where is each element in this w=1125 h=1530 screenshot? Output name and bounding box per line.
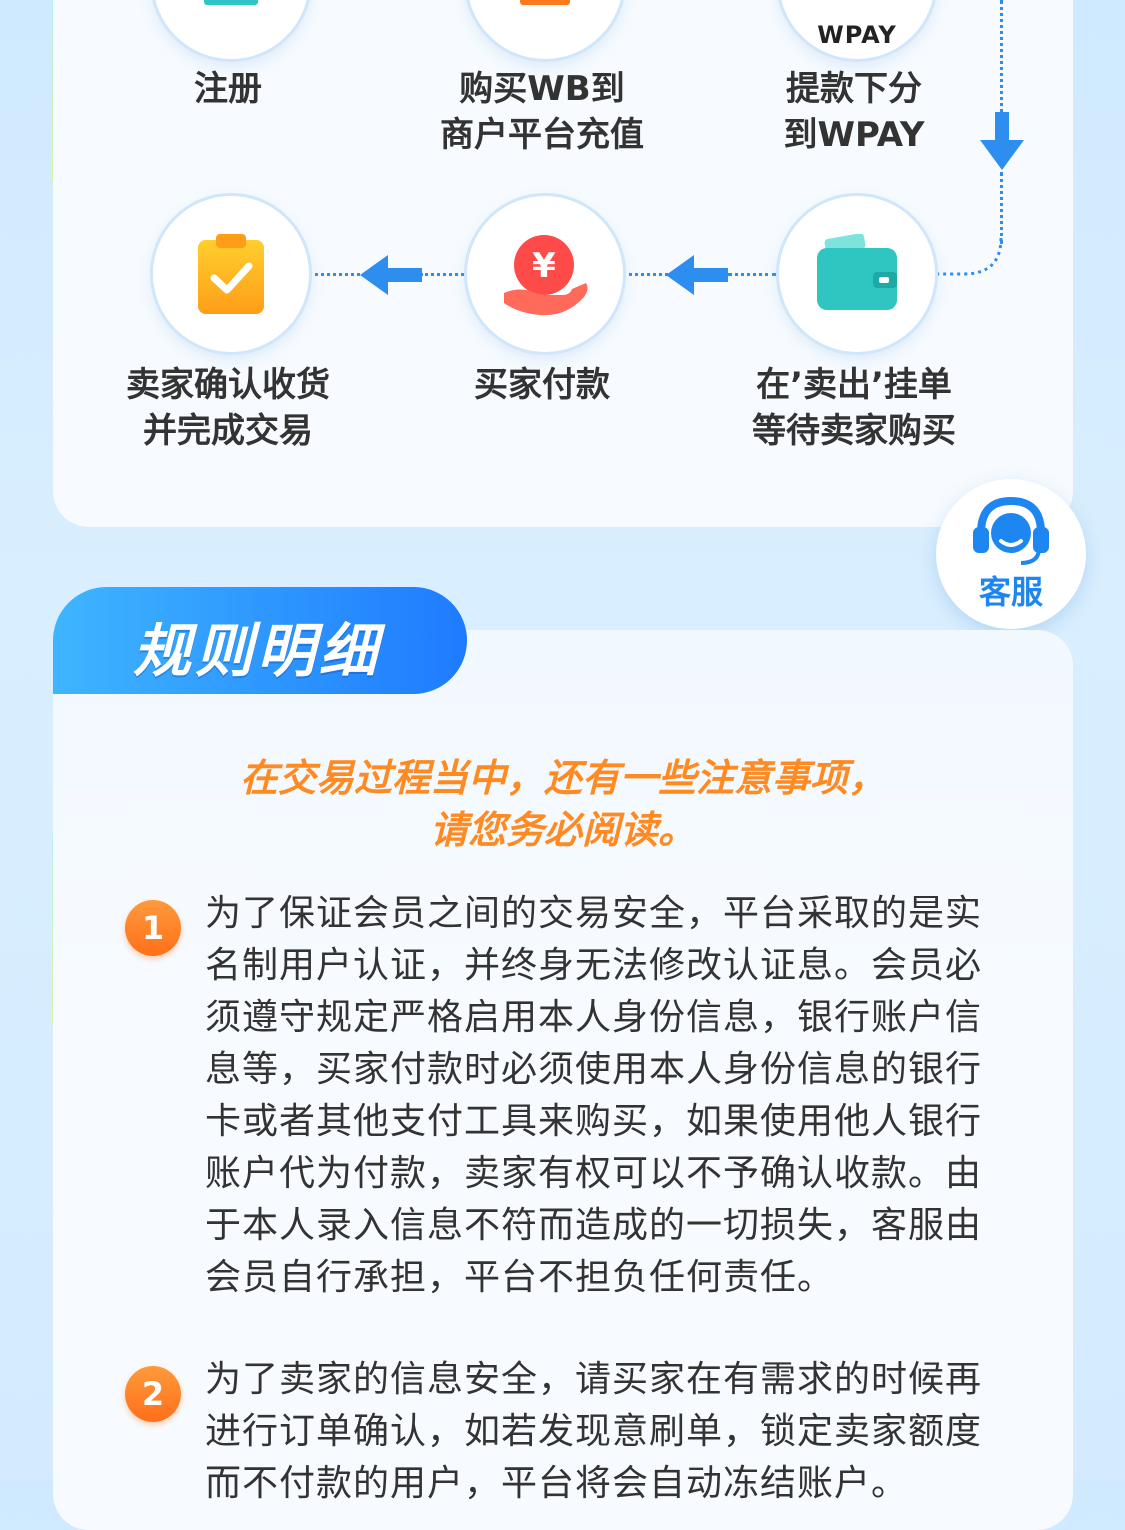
customer-service-label: 客服 (978, 573, 1043, 611)
rule-text: 为了保证会员之间的交易安全，平台采取的是实名制用户认证，并终身无法修改认证息。会… (205, 893, 983, 1298)
arrow-left-icon (360, 255, 422, 295)
arrow-down-icon (980, 112, 1024, 170)
customer-service-button[interactable]: 客服 (936, 479, 1086, 629)
rule-text: 为了卖家的信息安全，请买家在有需求的时候再进行订单确认，如若发现意刷单，锁定卖家… (205, 1359, 983, 1504)
flow-label-list-sell: 在’卖出’挂单 等待卖家购买 (752, 365, 956, 451)
svg-text:¥: ¥ (532, 246, 556, 286)
flow-label-confirm: 卖家确认收货 并完成交易 (126, 365, 330, 451)
connector-corner (934, 238, 1003, 276)
flow-label-withdraw: 提款下分 到WPAY (783, 69, 925, 155)
wpay-logo-text: WPAY (817, 21, 897, 49)
connector-h-1 (308, 273, 368, 276)
connector-vertical (1000, 0, 1003, 120)
flow-node-confirm (150, 193, 312, 355)
flow-node-pay: ¥ (464, 193, 626, 355)
rule-item-1: 1 为了保证会员之间的交易安全，平台采取的是实名制用户认证，并终身无法修改认证息… (125, 893, 1005, 1316)
headset-agent-icon (973, 496, 1049, 565)
rule-item-2: 2 为了卖家的信息安全，请买家在有需求的时候再进行订单确认，如若发现意刷单，锁定… (125, 1359, 1005, 1522)
rule-number-badge: 2 (125, 1366, 181, 1422)
rule-number-badge: 1 (125, 900, 181, 956)
connector-h-2 (420, 273, 464, 276)
rules-intro-line1: 在交易过程当中，还有一些注意事项， (239, 756, 886, 800)
clipboard-check-icon (198, 234, 264, 314)
yuan-hand-icon: ¥ (504, 235, 588, 316)
rules-intro: 在交易过程当中，还有一些注意事项， 请您务必阅读。 (53, 752, 1073, 856)
rules-title: 规则明细 (133, 617, 382, 685)
flow-label-register: 注册 (194, 69, 262, 109)
flow-label-pay: 买家付款 (474, 365, 610, 405)
flow-node-list-sell (776, 193, 938, 355)
flow-label-purchase: 购买WB到 商户平台充值 (440, 69, 644, 155)
rules-intro-line2: 请您务必阅读。 (429, 808, 696, 852)
wallet-icon (817, 234, 897, 310)
arrow-left-icon-2 (666, 255, 728, 295)
connector-h-4 (728, 273, 776, 276)
connector-vertical-2 (1000, 172, 1003, 244)
